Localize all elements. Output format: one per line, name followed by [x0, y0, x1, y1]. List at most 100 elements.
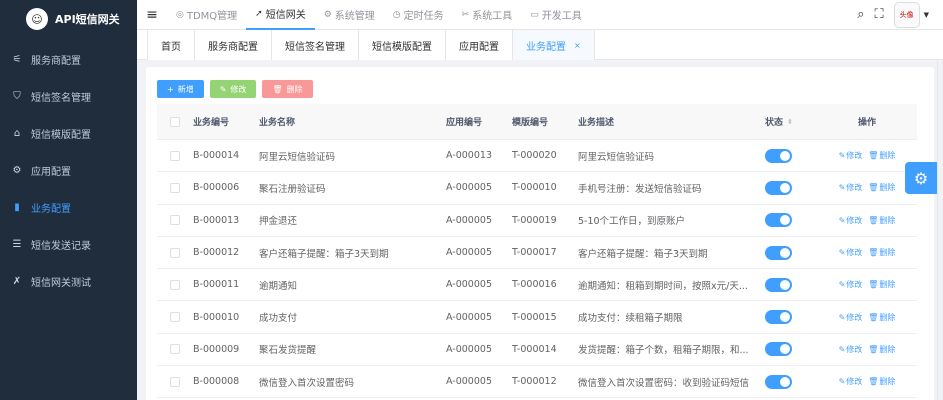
row-checkbox[interactable] — [170, 344, 180, 355]
tag-2[interactable]: 短信签名管理 — [271, 30, 358, 60]
cell-tid: T-000020 — [512, 150, 557, 162]
trash-icon: 🗑 — [868, 183, 879, 193]
row-checkbox[interactable] — [170, 182, 180, 193]
top-menu-item-2[interactable]: ⚙ 系统管理 — [315, 0, 384, 30]
sort-icon[interactable]: ⬍ — [787, 118, 793, 126]
cell-tid: T-000019 — [512, 214, 557, 226]
page-scrollbar[interactable] — [937, 60, 943, 400]
tag-1[interactable]: 服务商配置 — [194, 30, 271, 60]
list-icon: ☰ — [12, 239, 22, 250]
row-checkbox[interactable] — [170, 376, 180, 387]
sidebar-item-4[interactable]: ▮ 业务配置 — [0, 189, 137, 226]
status-toggle[interactable] — [765, 180, 792, 195]
row-edit-link[interactable]: ✎ 修改 — [839, 344, 863, 355]
row-edit-label: 修改 — [846, 377, 863, 387]
edit-button[interactable]: ✎ 修改 — [209, 80, 257, 98]
row-delete-link[interactable]: 🗑 删除 — [868, 312, 895, 323]
row-delete-link[interactable]: 🗑 删除 — [868, 150, 895, 161]
top-menu-item-0[interactable]: ◎ TDMQ管理 — [167, 0, 246, 30]
row-edit-link[interactable]: ✎ 修改 — [839, 247, 863, 258]
cell-tid: T-000014 — [512, 343, 557, 355]
row-delete-link[interactable]: 🗑 删除 — [868, 376, 895, 387]
row-checkbox[interactable] — [170, 150, 180, 161]
status-toggle[interactable] — [765, 310, 792, 325]
status-toggle[interactable] — [765, 342, 792, 357]
tag-0[interactable]: 首页 — [147, 30, 194, 60]
sidebar-item-5[interactable]: ☰ 短信发送记录 — [0, 226, 137, 263]
tag-label: 短信签名管理 — [285, 41, 345, 53]
sidebar-item-6[interactable]: ✗ 短信网关测试 — [0, 263, 137, 300]
edit-icon: ✎ — [838, 183, 846, 193]
edit-icon: ✎ — [838, 377, 846, 387]
row-checkbox[interactable] — [170, 215, 180, 226]
caret-down-icon[interactable]: ▼ — [924, 11, 929, 19]
top-menu-item-4[interactable]: ✂ 系统工具 — [453, 0, 522, 30]
close-icon[interactable]: × — [574, 41, 581, 50]
row-edit-label: 修改 — [846, 248, 863, 258]
tag-4[interactable]: 应用配置 — [445, 30, 512, 60]
status-toggle[interactable] — [765, 277, 792, 292]
top-menu-label: 短信网关 — [265, 10, 306, 21]
cell-aid: A-000005 — [446, 182, 492, 194]
row-edit-label: 修改 — [846, 280, 863, 290]
sliders-icon: ⚟ — [12, 54, 22, 65]
row-edit-link[interactable]: ✎ 修改 — [839, 312, 863, 323]
row-delete-link[interactable]: 🗑 删除 — [868, 182, 895, 193]
row-delete-link[interactable]: 🗑 删除 — [868, 279, 895, 290]
settings-float-button[interactable]: ⚙ — [905, 162, 937, 194]
header-status-cell[interactable]: 状态 ⬍ — [765, 115, 817, 129]
toggle-knob — [780, 247, 790, 258]
row-edit-link[interactable]: ✎ 修改 — [839, 279, 863, 290]
status-toggle[interactable] — [765, 245, 792, 260]
top-menu-item-1[interactable]: ➚ 短信网关 — [246, 0, 315, 30]
sidebar-item-label: 短信签名管理 — [31, 93, 91, 104]
row-delete-label: 删除 — [879, 344, 896, 354]
menu-icon: ◎ — [176, 9, 184, 20]
row-checkbox[interactable] — [170, 279, 180, 290]
edit-icon: ✎ — [838, 312, 846, 322]
header-aid: 应用编号 — [446, 118, 483, 128]
hamburger-icon[interactable]: ≡ — [137, 7, 167, 23]
select-all-checkbox[interactable] — [170, 116, 180, 127]
brand[interactable]: ☺ API短信网关 — [0, 0, 137, 38]
status-toggle[interactable] — [765, 374, 792, 389]
row-checkbox[interactable] — [170, 312, 180, 323]
status-toggle[interactable] — [765, 148, 792, 163]
delete-button[interactable]: 🗑 删除 — [262, 80, 313, 98]
row-checkbox[interactable] — [170, 247, 180, 258]
row-edit-link[interactable]: ✎ 修改 — [839, 150, 863, 161]
top-menu-item-3[interactable]: ◷ 定时任务 — [384, 0, 453, 30]
fullscreen-icon[interactable]: ⛶ — [875, 7, 884, 22]
tag-5[interactable]: 业务配置 × — [512, 30, 595, 60]
tag-3[interactable]: 短信模版配置 — [358, 30, 445, 60]
status-toggle[interactable] — [765, 213, 792, 228]
cell-name: 成功支付 — [259, 313, 298, 325]
row-edit-link[interactable]: ✎ 修改 — [839, 182, 863, 193]
row-delete-label: 删除 — [879, 215, 896, 225]
cell-tid: T-000010 — [512, 182, 557, 194]
row-delete-link[interactable]: 🗑 删除 — [868, 247, 895, 258]
row-edit-label: 修改 — [846, 312, 863, 322]
row-edit-link[interactable]: ✎ 修改 — [839, 376, 863, 387]
sidebar-item-2[interactable]: ⌂ 短信模版配置 — [0, 115, 137, 152]
row-delete-link[interactable]: 🗑 删除 — [868, 344, 895, 355]
cell-name: 客户还箱子提醒：箱子3天到期 — [259, 248, 389, 260]
row-edit-link[interactable]: ✎ 修改 — [839, 215, 863, 226]
sidebar-item-0[interactable]: ⚟ 服务商配置 — [0, 41, 137, 78]
top-menu-item-5[interactable]: ▭ 开发工具 — [521, 0, 591, 30]
header-ops: 操作 — [857, 118, 876, 128]
avatar[interactable]: 头像 — [893, 1, 920, 28]
add-button[interactable]: + 新增 — [157, 80, 204, 98]
edit-icon: ✎ — [838, 344, 846, 354]
edit-icon: ✎ — [838, 248, 846, 258]
cell-desc: 客户还箱子提醒：箱子3天到期 — [578, 248, 708, 260]
table-row: B-000009 聚石发货提醒 A-000005 T-000014 发货提醒：箱子个数，… — [157, 334, 917, 367]
cell-aid: A-000005 — [446, 247, 492, 259]
sidebar-item-3[interactable]: ⚙ 应用配置 — [0, 152, 137, 189]
row-edit-label: 修改 — [846, 151, 863, 161]
trash-icon: 🗑 — [868, 280, 879, 290]
row-delete-link[interactable]: 🗑 删除 — [868, 215, 895, 226]
search-icon[interactable]: ⌕ — [857, 7, 864, 22]
shield-check-icon: ⛉ — [13, 91, 21, 102]
sidebar-item-1[interactable]: ⛉ 短信签名管理 — [0, 78, 137, 115]
